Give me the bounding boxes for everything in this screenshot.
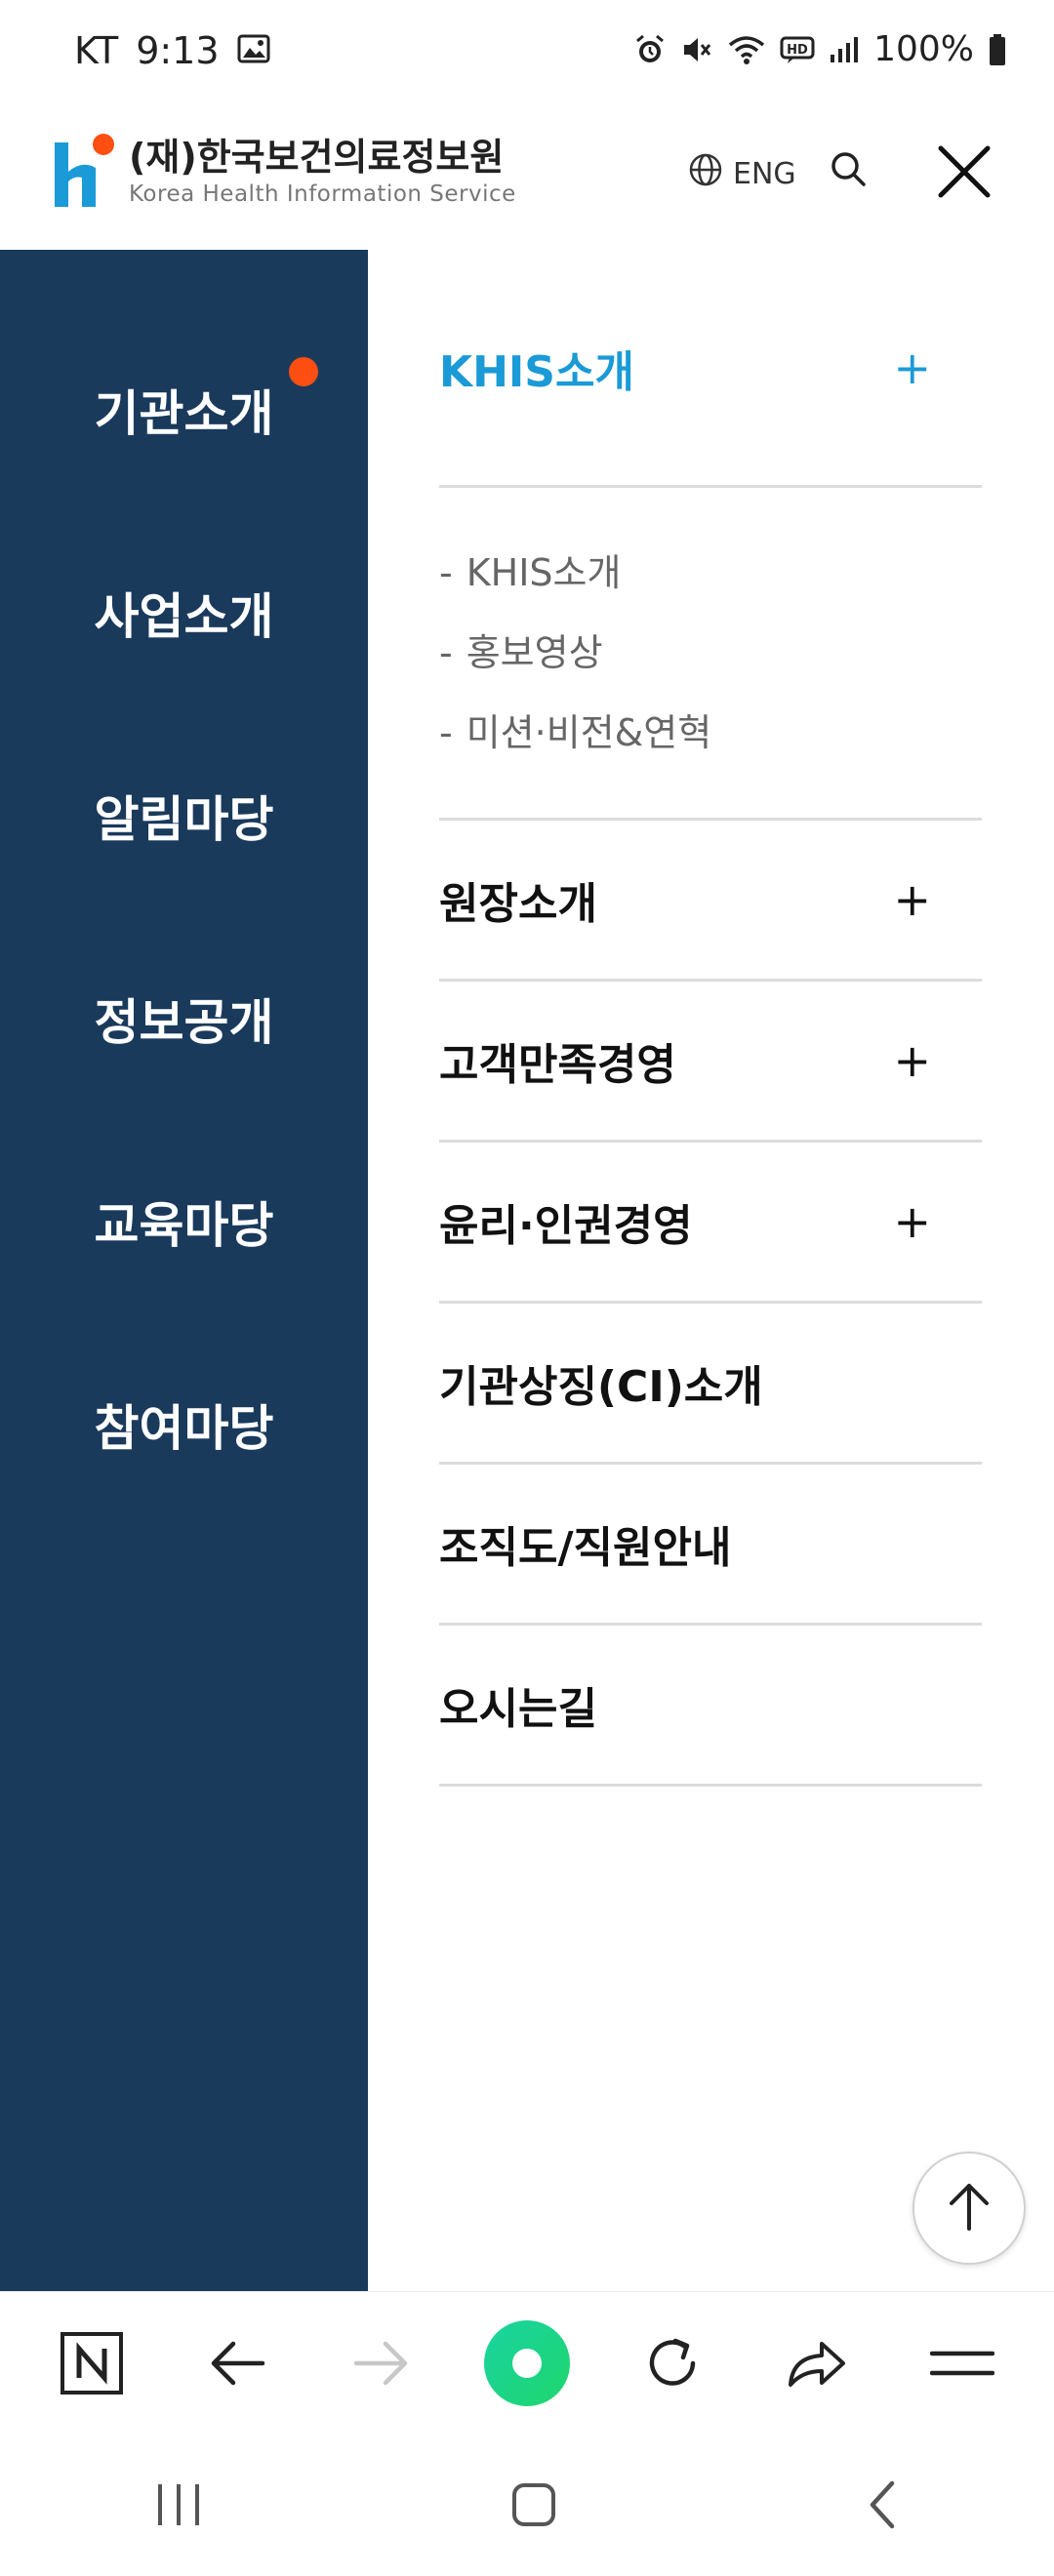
home-icon <box>482 2318 572 2412</box>
sidebar-item-participation[interactable]: 참여마당 <box>0 1366 368 1483</box>
arrow-up-icon <box>946 2180 993 2236</box>
refresh-icon <box>642 2333 703 2397</box>
sidebar-item-label: 기관소개 <box>94 385 274 442</box>
sidebar-item-education[interactable]: 교육마당 <box>0 1163 368 1280</box>
notification-dot <box>289 357 318 386</box>
alarm-icon <box>633 33 667 66</box>
menu-item-label: KHIS소개 <box>439 346 634 397</box>
search-icon <box>830 152 869 193</box>
sidebar-item-label: 정보공개 <box>94 994 274 1051</box>
submenu-item-mission-vision[interactable]: - 미션·비전&연혁 <box>439 703 711 756</box>
menu-item-directions[interactable]: 오시는길 <box>439 1626 982 1787</box>
gallery-icon <box>237 29 270 72</box>
scroll-to-top-button[interactable] <box>912 2152 1026 2265</box>
menu-item-label: 원장소개 <box>439 879 597 929</box>
sidebar-item-label: 교육마당 <box>94 1197 274 1254</box>
expand-plus-icon[interactable]: + <box>893 342 931 394</box>
sidebar-item-label: 사업소개 <box>94 588 274 645</box>
mute-icon <box>680 33 713 66</box>
site-header: (재)한국보건의료정보원 Korea Health Information Se… <box>0 109 1054 250</box>
language-label: ENG <box>733 156 796 191</box>
naver-icon <box>60 2331 124 2399</box>
refresh-button[interactable] <box>628 2321 716 2409</box>
close-icon <box>935 145 993 205</box>
language-button[interactable]: ENG <box>688 152 796 195</box>
site-logo[interactable]: (재)한국보건의료정보원 Korea Health Information Se… <box>53 133 516 211</box>
menu-item-label: 오시는길 <box>439 1684 597 1734</box>
menu-item-label: 기관상징(CI)소개 <box>439 1362 763 1412</box>
menu-item-ci[interactable]: 기관상징(CI)소개 <box>439 1304 982 1465</box>
menu-icon <box>929 2346 994 2385</box>
menu-item-customer-satisfaction[interactable]: 고객만족경영 + <box>439 982 982 1143</box>
menu-item-organization[interactable]: 조직도/직원안내 <box>439 1465 982 1626</box>
browser-toolbar <box>0 2291 1054 2437</box>
logo-korean-name: (재)한국보건의료정보원 <box>129 136 505 179</box>
category-sidebar: 기관소개 사업소개 알림마당 정보공개 교육마당 참여마당 <box>0 250 368 2291</box>
submenu-item-promo-video[interactable]: - 홍보영상 <box>439 623 603 676</box>
sidebar-item-label: 알림마당 <box>94 791 274 848</box>
menu-item-label: 고객만족경영 <box>439 1040 676 1090</box>
sidebar-item-business[interactable]: 사업소개 <box>0 554 368 671</box>
share-button[interactable] <box>773 2321 861 2409</box>
back-arrow-icon <box>208 2340 266 2391</box>
forward-button[interactable] <box>338 2321 426 2409</box>
share-icon <box>785 2336 849 2395</box>
sidebar-item-label: 참여마당 <box>94 1400 274 1457</box>
sidebar-item-disclosure[interactable]: 정보공개 <box>0 960 368 1077</box>
forward-arrow-icon <box>352 2340 411 2391</box>
carrier-label: KT <box>74 29 119 72</box>
battery-icon <box>988 33 1007 66</box>
search-button[interactable] <box>830 150 869 193</box>
logo-english-name: Korea Health Information Service <box>129 181 516 207</box>
logo-mark-icon <box>53 133 117 211</box>
browser-menu-button[interactable] <box>918 2321 1006 2409</box>
globe-icon <box>688 152 723 195</box>
menu-item-president[interactable]: 원장소개 + <box>439 821 982 982</box>
svg-text:HD: HD <box>787 43 808 58</box>
battery-percent: 100% <box>873 29 974 69</box>
wifi-icon <box>727 33 766 66</box>
signal-icon <box>829 35 860 64</box>
naver-button[interactable] <box>48 2321 136 2409</box>
home-button[interactable] <box>482 2318 572 2412</box>
back-button[interactable] <box>193 2321 281 2409</box>
close-menu-button[interactable] <box>935 142 993 205</box>
expand-plus-icon[interactable]: + <box>893 1034 931 1087</box>
home-nav-button[interactable] <box>509 2480 558 2533</box>
status-bar: KT 9:13 HD 100% <box>0 0 1054 109</box>
menu-item-label: 조직도/직원안내 <box>439 1523 732 1573</box>
expand-plus-icon[interactable]: + <box>893 873 931 926</box>
submenu-item-khis[interactable]: - KHIS소개 <box>439 543 621 596</box>
clock: 9:13 <box>136 29 220 72</box>
hd-voice-icon: HD <box>780 35 815 64</box>
back-nav-button[interactable] <box>863 2479 902 2534</box>
sidebar-item-notice[interactable]: 알림마당 <box>0 757 368 874</box>
menu-item-label: 윤리·인권경영 <box>439 1201 693 1251</box>
system-navigation-bar <box>0 2437 1054 2576</box>
menu-item-ethics[interactable]: 윤리·인권경영 + <box>439 1143 982 1304</box>
expand-plus-icon[interactable]: + <box>893 1195 931 1248</box>
menu-item-khis-intro[interactable]: KHIS소개 + <box>439 250 982 488</box>
recent-apps-button[interactable] <box>152 2480 205 2533</box>
